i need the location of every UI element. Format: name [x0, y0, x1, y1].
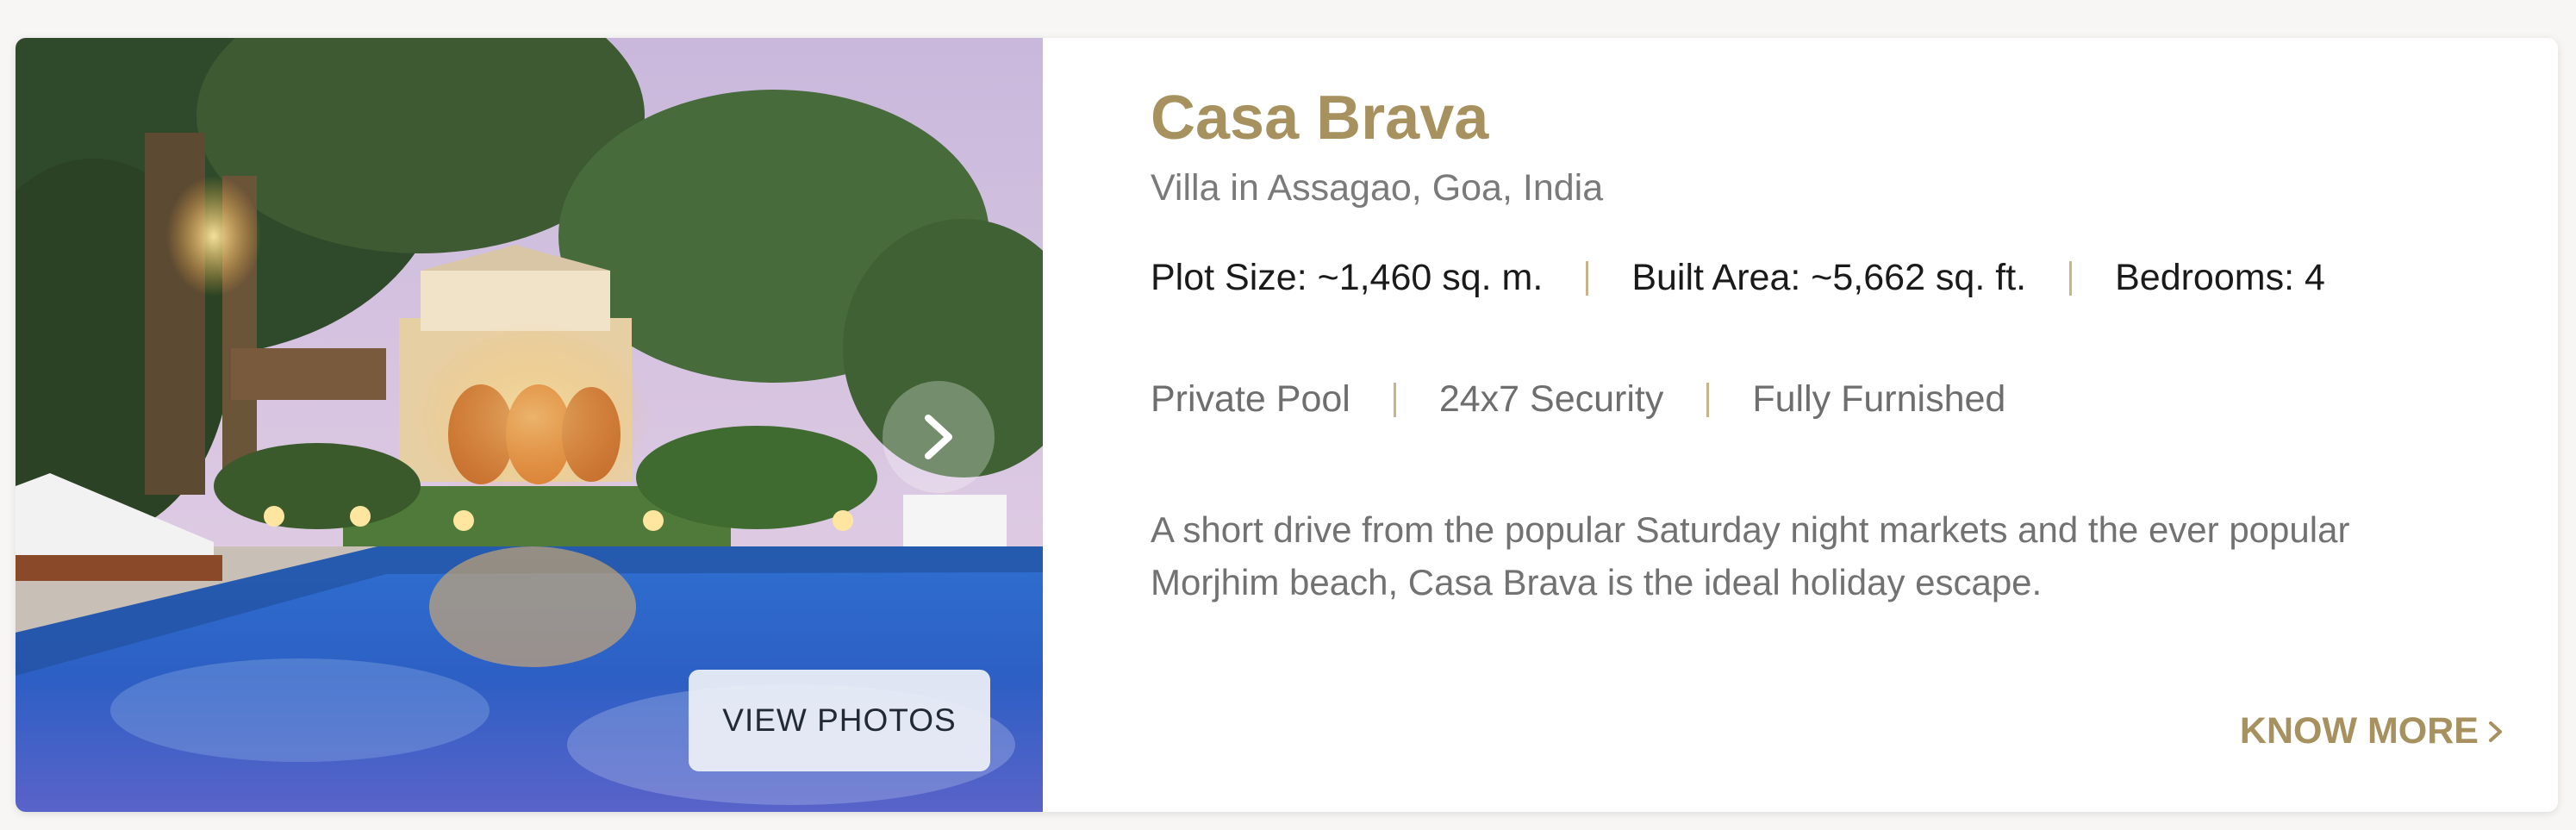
- know-more-link[interactable]: KNOW MORE: [2240, 710, 2504, 752]
- amenity-furnished: Fully Furnished: [1752, 378, 2006, 420]
- separator: [2069, 260, 2073, 296]
- chevron-right-icon: [925, 415, 952, 459]
- next-photo-button[interactable]: [883, 381, 995, 493]
- property-specs: Plot Size: ~1,460 sq. m. Built Area: ~5,…: [1151, 257, 2325, 299]
- amenity-private-pool: Private Pool: [1151, 378, 1350, 420]
- separator: [1706, 382, 1710, 417]
- property-title: Casa Brava: [1151, 84, 1489, 153]
- property-amenities: Private Pool 24x7 Security Fully Furnish…: [1151, 378, 2005, 421]
- know-more-label: KNOW MORE: [2239, 710, 2479, 752]
- property-photo-carousel[interactable]: VIEW PHOTOS: [16, 38, 1043, 812]
- spec-built-area: Built Area: ~5,662 sq. ft.: [1631, 257, 2027, 298]
- property-info: Casa Brava Villa in Assagao, Goa, India …: [1151, 38, 2558, 812]
- property-location: Villa in Assagao, Goa, India: [1151, 167, 1604, 209]
- property-description: A short drive from the popular Saturday …: [1151, 509, 2350, 602]
- spec-plot-size: Plot Size: ~1,460 sq. m.: [1151, 257, 1544, 298]
- amenity-security: 24x7 Security: [1438, 378, 1664, 420]
- chevron-right-icon: [2489, 721, 2502, 742]
- separator: [1393, 382, 1396, 417]
- property-card: VIEW PHOTOS Casa Brava Villa in Assagao,…: [16, 38, 2558, 812]
- view-photos-button[interactable]: VIEW PHOTOS: [689, 670, 990, 771]
- spec-bedrooms: Bedrooms: 4: [2115, 257, 2325, 298]
- separator: [1586, 260, 1589, 296]
